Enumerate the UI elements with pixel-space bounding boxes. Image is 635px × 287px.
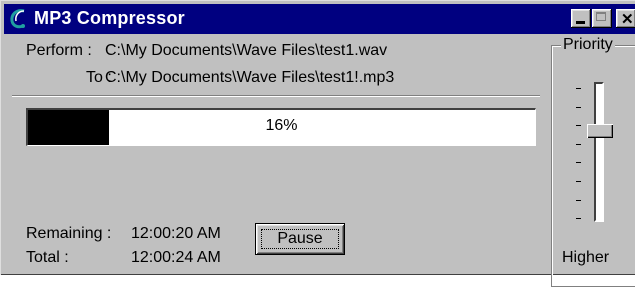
minimize-button[interactable] [571,9,591,28]
pause-label: Pause [277,230,323,247]
maximize-icon [596,12,606,21]
close-icon: ✕ [621,11,634,28]
progress-percent: 16% [265,117,298,134]
remaining-label: Remaining : [26,225,112,242]
perform-label: Perform : [26,42,92,59]
divider [12,95,540,97]
perform-path: C:\My Documents\Wave Files\test1.wav [105,42,388,59]
title-bar[interactable]: MP3 Compressor ✕ [4,4,635,34]
close-button[interactable]: ✕ [616,9,635,28]
to-path: C:\My Documents\Wave Files\test1!.mp3 [105,69,395,86]
slider-tick [576,107,581,108]
pause-button[interactable]: Pause [255,223,345,255]
priority-slider-track[interactable] [594,82,604,222]
mp3-compressor-icon [10,9,25,29]
minimize-icon [576,21,585,24]
total-time: 12:00:24 AM [131,249,221,266]
slider-tick [576,88,581,89]
slider-tick [576,218,581,219]
progress-bar: 16% [26,108,536,146]
slider-tick [576,144,581,145]
priority-value: Higher [562,249,610,266]
window-title: MP3 Compressor [34,8,185,28]
total-label: Total : [26,249,69,266]
remaining-time: 12:00:20 AM [131,225,221,242]
slider-ticks [576,88,584,228]
slider-tick [576,125,581,126]
priority-slider-thumb[interactable] [587,124,613,138]
priority-title: Priority [561,36,615,54]
slider-tick [576,181,581,182]
maximize-button[interactable] [592,9,612,28]
slider-tick [576,200,581,201]
mp3-compressor-window: MP3 Compressor ✕ Perform : C:\My Documen… [0,0,635,287]
slider-tick [576,162,581,163]
